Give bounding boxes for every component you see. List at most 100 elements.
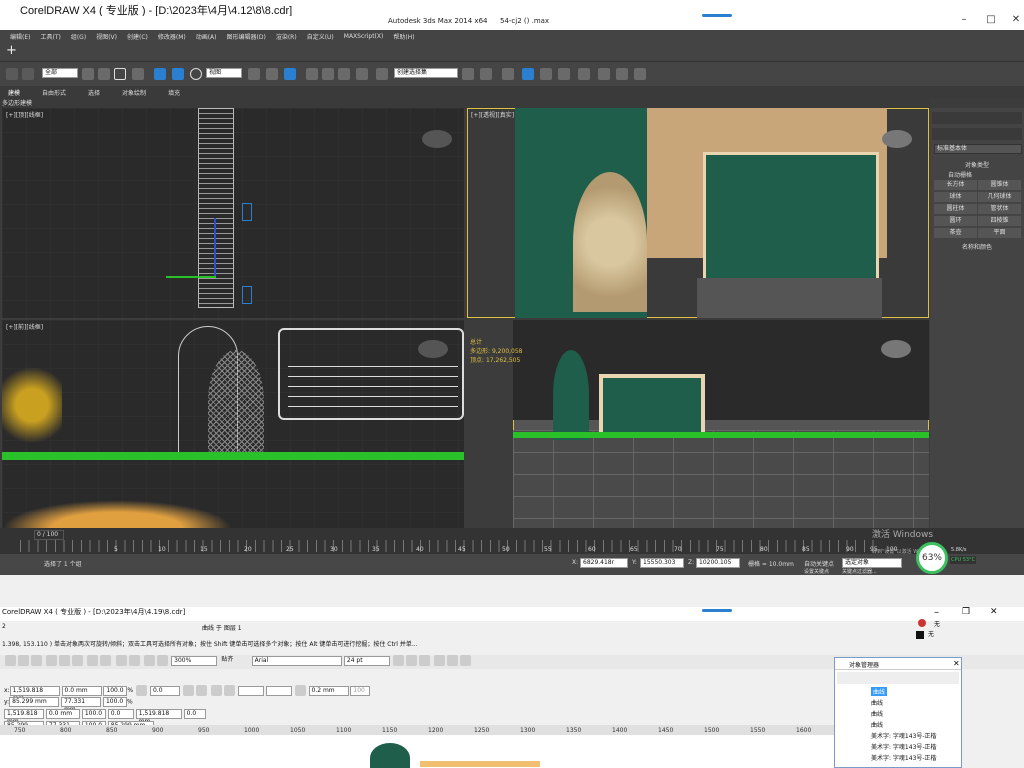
menu-animation[interactable]: 动画(A)	[196, 32, 217, 41]
ribbon-tab-modeling[interactable]: 建模	[8, 88, 20, 97]
select-by-name-icon[interactable]	[98, 68, 110, 80]
sphere-button[interactable]: 球体	[934, 192, 977, 202]
autokey-button[interactable]: 自动关键点	[804, 559, 834, 568]
perf-gauge[interactable]: 63%	[916, 542, 948, 574]
menu-maxscript[interactable]: MAXScript(X)	[344, 33, 384, 40]
pyramid-button[interactable]: 四棱锥	[978, 216, 1021, 226]
menu-modifiers[interactable]: 修改器(M)	[158, 32, 186, 41]
bullet-icon[interactable]	[447, 655, 459, 666]
keyboard-shortcut-icon[interactable]	[284, 68, 296, 80]
render-icon[interactable]	[634, 68, 646, 80]
viewcube-icon[interactable]	[882, 130, 912, 148]
mirror-v-icon[interactable]	[195, 685, 207, 696]
menu-graph-editors[interactable]: 图形编辑器(D)	[227, 32, 266, 41]
viewcube-icon[interactable]	[422, 130, 452, 148]
app-launcher-icon[interactable]	[143, 655, 155, 666]
menu-group[interactable]: 组(G)	[71, 32, 86, 41]
width-field-2[interactable]: 0.0 mm	[45, 709, 80, 719]
italic-icon[interactable]	[406, 655, 418, 666]
minimize-button[interactable]: –	[934, 607, 939, 618]
menu-edit[interactable]: 编辑(E)	[10, 32, 30, 41]
outline-percent-field[interactable]: 100	[350, 685, 371, 696]
menu-view[interactable]: 视图(V)	[96, 32, 117, 41]
viewcube-icon[interactable]	[418, 340, 448, 358]
objmgr-text-item[interactable]: 美术字: 字魂143号-正楷	[871, 742, 937, 751]
percent-snap-icon[interactable]	[338, 68, 350, 80]
named-selection-dropdown[interactable]: 创建选择集	[394, 68, 458, 78]
geosphere-button[interactable]: 几何球体	[978, 192, 1021, 202]
scale-x-field[interactable]: 100.0	[103, 685, 128, 696]
align-icon[interactable]	[480, 68, 492, 80]
viewport-front[interactable]: [+][前][线框]	[2, 320, 464, 528]
drag-handle[interactable]	[702, 14, 732, 17]
snap-dropdown[interactable]: 贴齐	[219, 656, 249, 666]
save-icon[interactable]	[18, 655, 29, 666]
graphite-tools-icon[interactable]	[522, 68, 534, 80]
print-icon[interactable]	[31, 655, 42, 666]
objmgr-toolbar[interactable]	[837, 672, 959, 684]
outline-icon[interactable]	[294, 685, 306, 696]
teapot-button[interactable]: 茶壶	[934, 228, 977, 238]
window-crossing-icon[interactable]	[132, 68, 144, 80]
viewport-perspective-bottom[interactable]	[513, 320, 929, 528]
minimize-button[interactable]: –	[956, 14, 972, 26]
undo-icon[interactable]	[6, 68, 18, 80]
maximize-button[interactable]: □	[983, 14, 999, 26]
move-icon[interactable]	[154, 68, 166, 80]
undo-icon[interactable]	[87, 655, 99, 666]
objmgr-text-item[interactable]: 美术字: 字魂143号-正楷	[871, 753, 937, 762]
font-size-dropdown[interactable]: 24 pt	[343, 655, 390, 666]
x-coord-field[interactable]: 6829.418r	[580, 558, 628, 568]
z-coord-field[interactable]: 10200.105	[696, 558, 740, 568]
viewport-label[interactable]: [+][透视][真实]	[471, 110, 514, 119]
start-arrow-dropdown[interactable]	[237, 685, 264, 696]
tube-button[interactable]: 管状体	[978, 204, 1021, 214]
new-icon[interactable]	[5, 655, 16, 666]
viewcube-icon[interactable]	[881, 340, 911, 358]
cone-button[interactable]: 圆锥体	[978, 180, 1021, 190]
snap-toggle-icon[interactable]	[306, 68, 318, 80]
underline-icon[interactable]	[419, 655, 431, 666]
text-edit-icon[interactable]	[460, 655, 472, 666]
welcome-icon[interactable]	[156, 655, 168, 666]
rotate-icon[interactable]	[172, 68, 184, 80]
y-position-field[interactable]: 85.299 mm	[9, 697, 60, 707]
layer-manager-icon[interactable]	[502, 68, 514, 80]
rotation-field-3[interactable]: 0.0	[183, 709, 206, 719]
objmgr-text-item[interactable]: 美术字: 字魂143号-正楷	[871, 731, 937, 740]
select-manipulate-icon[interactable]	[266, 68, 278, 80]
menu-create[interactable]: 创建(C)	[127, 32, 148, 41]
ribbon-tab-freeform[interactable]: 自由形式	[42, 88, 66, 97]
mirror-h-icon[interactable]	[182, 685, 194, 696]
menu-customize[interactable]: 自定义(U)	[307, 32, 334, 41]
plus-icon[interactable]: +	[6, 44, 17, 57]
render-frame-icon[interactable]	[616, 68, 628, 80]
reference-coord-dropdown[interactable]: 视图	[206, 68, 242, 78]
rotation-field[interactable]: 0.0	[149, 685, 180, 696]
viewport-label[interactable]: [+][顶][线框]	[6, 110, 43, 119]
objmgr-item[interactable]: 曲线	[871, 698, 883, 707]
menu-tools[interactable]: 工具(T)	[40, 32, 60, 41]
objmgr-item[interactable]: 曲线	[871, 687, 888, 696]
node-icon[interactable]	[223, 685, 235, 696]
width-field[interactable]: 0.0 mm	[61, 685, 102, 696]
paste-icon[interactable]	[72, 655, 84, 666]
objmgr-close-icon[interactable]: ✕	[953, 659, 960, 668]
zoom-dropdown[interactable]: 300%	[171, 655, 218, 666]
height-field[interactable]: 77.331 mm	[61, 697, 102, 713]
setkey-button[interactable]: 设置关键点	[804, 568, 829, 575]
redo-icon[interactable]	[22, 68, 34, 80]
close-button[interactable]: ✕	[1008, 14, 1024, 26]
select-object-icon[interactable]	[82, 68, 94, 80]
line-style-dropdown[interactable]	[265, 685, 292, 696]
scale-icon[interactable]	[190, 68, 202, 80]
menu-rendering[interactable]: 渲染(R)	[276, 32, 297, 41]
object-type-header[interactable]: 对象类型	[934, 160, 1020, 169]
curve-editor-icon[interactable]	[540, 68, 552, 80]
box-button[interactable]: 长方体	[934, 180, 977, 190]
edit-named-sel-icon[interactable]	[376, 68, 388, 80]
rotation-field-2[interactable]: 0.0	[107, 709, 134, 719]
drag-handle[interactable]	[702, 609, 732, 612]
redo-icon[interactable]	[100, 655, 112, 666]
schematic-view-icon[interactable]	[558, 68, 570, 80]
